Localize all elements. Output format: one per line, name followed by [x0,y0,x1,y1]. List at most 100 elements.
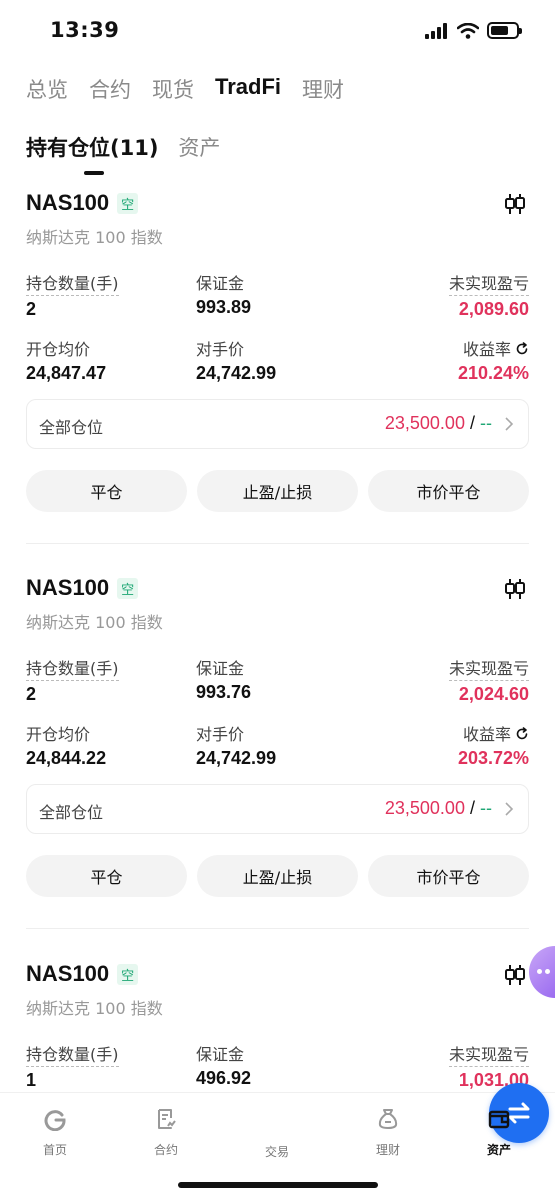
home-icon [44,1110,66,1132]
tab-finance[interactable]: 理财 [302,74,344,104]
battery-icon [487,22,522,39]
entry-label: 开仓均价 [26,340,91,359]
qty-value: 1 [26,1070,37,1090]
tp-sl-button[interactable]: 止盈/止损 [197,855,358,897]
qty-value: 2 [26,684,37,704]
qty-label: 持仓数量(手) [26,270,119,296]
tabbar-home-label: 首页 [42,1143,67,1157]
side-badge: 空 [117,192,139,214]
counter-value: 24,742.99 [196,748,277,768]
qty-field: 持仓数量(手) 1 [26,1041,119,1091]
status-bar: 13:39 [0,0,555,62]
close-position-button[interactable]: 平仓 [26,470,187,512]
tp-sl-values: 23,500.00 / -- [384,798,492,818]
tab-spot[interactable]: 现货 [152,74,194,104]
market-close-button[interactable]: 市价平仓 [368,855,529,897]
margin-label: 保证金 [196,1045,245,1064]
market-close-button[interactable]: 市价平仓 [368,470,529,512]
margin-label: 保证金 [196,659,245,678]
roi-label: 收益率 [462,725,511,744]
refresh-icon[interactable] [515,727,529,741]
position-header: NAS100 空 [26,575,139,601]
tp-value: 23,500.00 [384,413,465,433]
tabbar-contracts-label: 合约 [153,1143,178,1157]
contract-document-icon [158,1109,176,1129]
position-symbol: NAS100 [26,575,110,600]
margin-field: 保证金 993.76 [196,655,251,703]
entry-field: 开仓均价 24,847.47 [26,336,106,384]
upnl-field: 未实现盈亏 2,089.60 [448,270,529,320]
upnl-label: 未实现盈亏 [448,1041,529,1067]
position-header: NAS100 空 [26,190,139,216]
chevron-right-icon [505,802,514,816]
close-position-button[interactable]: 平仓 [26,855,187,897]
upnl-value: 2,089.60 [458,299,529,319]
margin-field: 保证金 496.92 [196,1041,251,1089]
chevron-right-icon [505,417,514,431]
sl-value: -- [480,798,492,818]
refresh-icon[interactable] [515,342,529,356]
roi-value: 203.72% [457,748,529,768]
tabbar-assets[interactable]: 资产 [464,1107,534,1158]
action-buttons: 平仓 止盈/止损 市价平仓 [26,470,529,512]
position-name: 纳斯达克 100 指数 [26,613,163,632]
counter-field: 对手价 24,742.99 [196,336,276,384]
roi-field: 收益率 210.24% [458,336,529,384]
tp-sl-button[interactable]: 止盈/止损 [197,470,358,512]
divider [26,543,529,544]
roi-label: 收益率 [462,340,511,359]
all-positions-label: 全部仓位 [39,418,104,437]
tabbar-trade[interactable]: 交易 [242,1083,549,1160]
sl-value: -- [480,413,492,433]
wallet-icon [488,1110,510,1129]
side-badge: 空 [117,963,139,985]
qty-field: 持仓数量(手) 2 [26,655,119,705]
qty-label: 持仓数量(手) [26,1041,119,1067]
all-positions-row[interactable]: 全部仓位 23,500.00 / -- [26,399,529,449]
counter-label: 对手价 [196,725,245,744]
divider [26,928,529,929]
tp-value: 23,500.00 [384,798,465,818]
qty-label: 持仓数量(手) [26,655,119,681]
margin-value: 496.92 [196,1068,252,1088]
wifi-icon [457,22,479,39]
position-name: 纳斯达克 100 指数 [26,999,163,1018]
assistant-bubble[interactable] [529,946,555,998]
tab-tradfi[interactable]: TradFi [215,74,281,104]
margin-value: 993.89 [196,297,252,317]
qty-field: 持仓数量(手) 2 [26,270,119,320]
margin-value: 993.76 [196,682,252,702]
roi-value: 210.24% [457,363,529,383]
bottom-tab-bar: 首页 合约 交易 理财 资产 [0,1083,555,1200]
tabbar-finance-label: 理财 [375,1143,400,1157]
tab-overview[interactable]: 总览 [26,74,68,104]
tab-contracts[interactable]: 合约 [89,74,131,104]
qty-value: 2 [26,299,37,319]
candlestick-chart-icon[interactable] [503,963,527,987]
money-bag-icon [378,1109,398,1130]
tabbar-trade-label: 交易 [264,1145,289,1159]
candlestick-chart-icon[interactable] [503,192,527,216]
home-indicator [178,1182,378,1188]
signal-icon [425,22,447,39]
all-positions-label: 全部仓位 [39,803,104,822]
tab-holdings[interactable]: 持有仓位(11) [26,132,158,162]
tabbar-assets-label: 资产 [486,1143,511,1157]
margin-label: 保证金 [196,274,245,293]
upnl-label: 未实现盈亏 [448,655,529,681]
margin-field: 保证金 993.89 [196,270,251,318]
tab-assets[interactable]: 资产 [178,132,220,162]
roi-field: 收益率 203.72% [458,721,529,769]
entry-value: 24,844.22 [26,748,107,768]
side-badge: 空 [117,577,139,599]
position-header: NAS100 空 [26,961,139,987]
sub-tabs: 持有仓位(11) 资产 [26,132,220,162]
upnl-field: 未实现盈亏 2,024.60 [448,655,529,705]
tabbar-contracts[interactable]: 合约 [131,1107,201,1158]
all-positions-row[interactable]: 全部仓位 23,500.00 / -- [26,784,529,834]
entry-field: 开仓均价 24,844.22 [26,721,106,769]
position-symbol: NAS100 [26,190,110,215]
tabbar-home[interactable]: 首页 [20,1107,90,1158]
tabbar-finance[interactable]: 理财 [353,1107,423,1158]
candlestick-chart-icon[interactable] [503,577,527,601]
